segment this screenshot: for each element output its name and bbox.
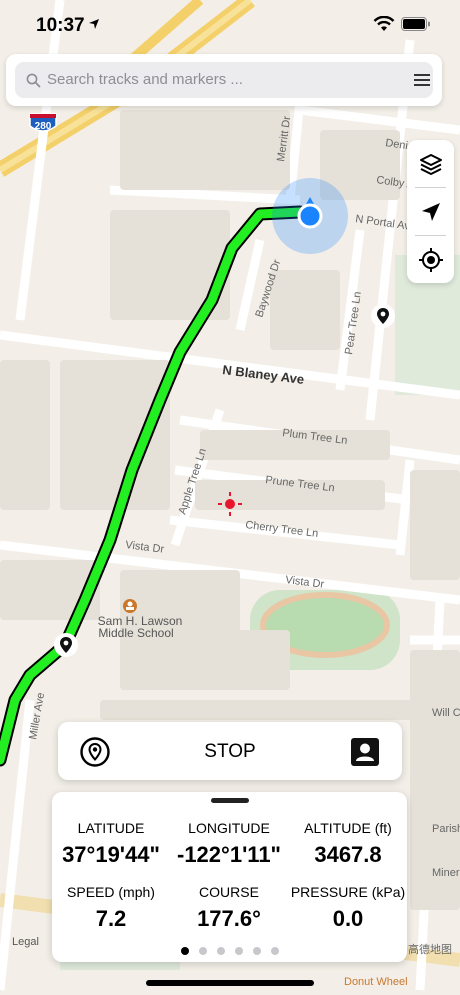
user-location-icon <box>272 178 348 254</box>
menu-icon[interactable] <box>413 73 431 87</box>
status-time: 10:37 <box>36 15 85 36</box>
label-miner: Miner <box>432 867 460 879</box>
center-location-button[interactable] <box>407 236 454 283</box>
stats-panel[interactable]: LATITUDE 37°19'44" LONGITUDE -122°1'11" … <box>52 792 407 962</box>
status-bar: 10:37 <box>0 0 460 50</box>
page-dot[interactable] <box>180 947 189 955</box>
navigation-arrow-icon <box>421 202 440 221</box>
pressure-label: PRESSURE (kPa) <box>290 884 406 900</box>
course-value: 177.6° <box>197 906 261 931</box>
map-provider-attribution: 高德地图 <box>408 944 452 956</box>
school-poi-icon <box>123 599 137 613</box>
map-layers-button[interactable] <box>407 140 454 187</box>
page-dot[interactable] <box>234 947 243 955</box>
profile-button[interactable] <box>350 737 380 767</box>
course-label: COURSE <box>199 884 259 900</box>
latitude-value: 37°19'44" <box>62 842 160 867</box>
longitude-label: LONGITUDE <box>188 820 270 836</box>
pressure-stat: PRESSURE (kPa) 0.0 <box>289 884 407 932</box>
altitude-label: ALTITUDE (ft) <box>304 820 392 836</box>
map-controls <box>407 140 454 283</box>
legal-link[interactable]: Legal <box>12 936 39 948</box>
map-marker-pin[interactable] <box>370 303 396 331</box>
svg-text:280: 280 <box>35 121 52 132</box>
pressure-value: 0.0 <box>332 906 364 931</box>
longitude-stat: LONGITUDE -122°1'11" <box>170 820 288 868</box>
follow-location-button[interactable] <box>407 188 454 235</box>
course-stat: COURSE 177.6° <box>170 884 288 932</box>
page-dot[interactable] <box>216 947 225 955</box>
page-indicator[interactable] <box>52 942 407 960</box>
latitude-label: LATITUDE <box>77 820 145 836</box>
search-icon <box>26 73 41 88</box>
page-dot[interactable] <box>252 947 261 955</box>
battery-icon <box>401 17 430 31</box>
crosshair-icon <box>418 247 443 272</box>
altitude-value: 3467.8 <box>314 842 382 867</box>
label-school-line2: Middle School <box>98 626 173 640</box>
search-bar: Search tracks and markers ... <box>6 54 442 106</box>
speed-stat: SPEED (mph) 7.2 <box>52 884 170 932</box>
recording-bar: STOP <box>58 722 402 780</box>
home-indicator[interactable] <box>146 980 314 986</box>
label-will-ct: Will Ct <box>432 707 460 719</box>
search-input[interactable]: Search tracks and markers ... <box>15 62 433 98</box>
location-arrow-icon <box>89 19 99 29</box>
speed-value: 7.2 <box>95 906 127 931</box>
wifi-icon <box>373 16 395 31</box>
page-dot[interactable] <box>270 947 279 955</box>
interstate-280-shield: 280 <box>29 113 57 132</box>
drag-handle[interactable] <box>211 798 249 803</box>
speed-label: SPEED (mph) <box>67 884 155 900</box>
latitude-stat: LATITUDE 37°19'44" <box>52 820 170 868</box>
longitude-value: -122°1'11" <box>177 842 281 867</box>
layers-icon <box>419 153 442 175</box>
altitude-stat: ALTITUDE (ft) 3467.8 <box>289 820 407 868</box>
search-placeholder: Search tracks and markers ... <box>47 71 243 88</box>
page-dot[interactable] <box>198 947 207 955</box>
track-start-marker-pin[interactable] <box>53 632 79 660</box>
label-donut-wheel: Donut Wheel <box>344 976 408 988</box>
label-parish: Parish <box>432 823 460 835</box>
